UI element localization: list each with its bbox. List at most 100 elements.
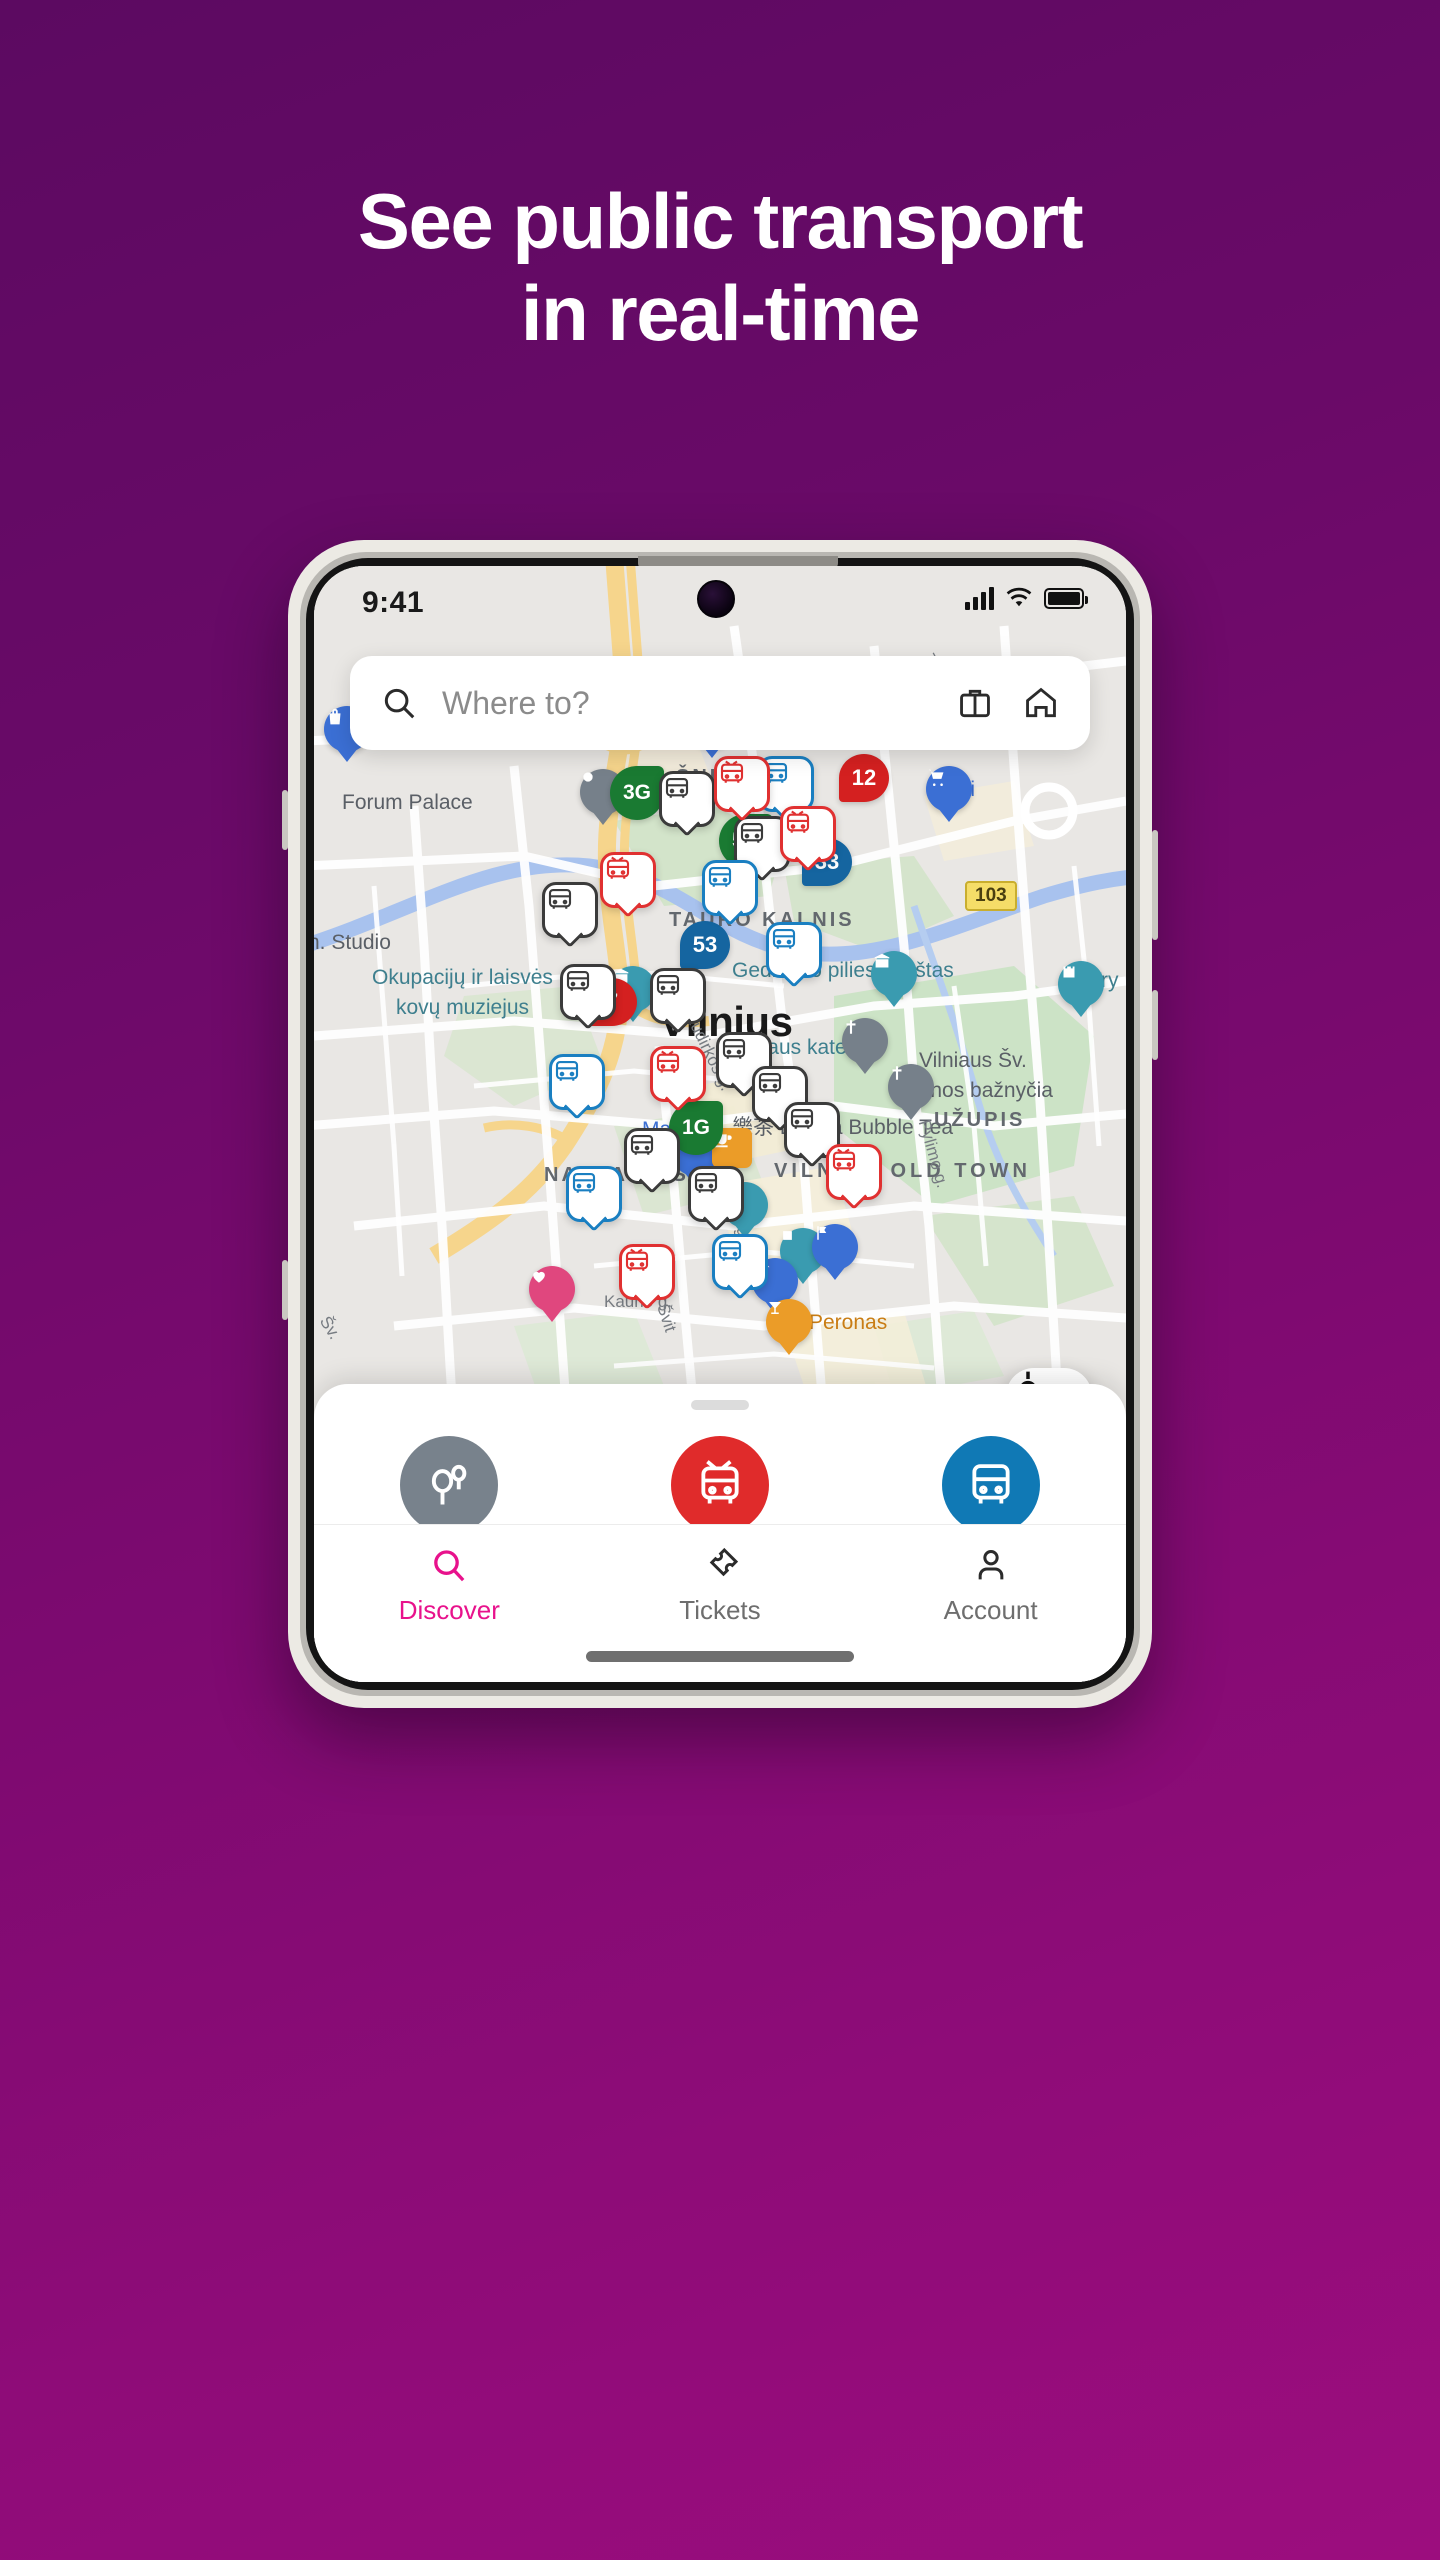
green-badge-label: 3G — [610, 766, 664, 820]
heart-icon — [533, 1271, 545, 1283]
map-badge-3g[interactable]: 3G — [610, 766, 664, 820]
battery-icon — [1044, 587, 1088, 609]
buses-icon-circle — [941, 1436, 1040, 1534]
headline-line-2: in real-time — [520, 269, 921, 358]
person-icon — [978, 1549, 1003, 1580]
route-badge-label: 53 — [680, 921, 730, 969]
map-label-okupaciju-2: kovų muziejus — [396, 996, 530, 1019]
map-marker-trolley-red-5[interactable] — [826, 1144, 882, 1200]
bus-icon — [740, 822, 764, 843]
map-marker-bus-dark-1[interactable] — [659, 771, 715, 827]
bus-icon — [630, 1134, 654, 1155]
map-label-peronas: Peronas — [809, 1311, 888, 1334]
map-marker-bus-blue-6[interactable] — [712, 1234, 768, 1290]
map-badge-route-12[interactable]: 12 — [839, 754, 889, 802]
stops-pin-icon — [432, 1464, 467, 1505]
map-badge-highway-103: 103 — [965, 881, 1017, 911]
bus-icon — [548, 888, 572, 909]
trolleybus-icon — [656, 1050, 680, 1073]
map-marker-bus-dark-3[interactable] — [560, 964, 616, 1020]
shopping-bag-icon — [329, 708, 341, 725]
cellular-signal-icon — [965, 586, 994, 610]
tickets-icon-wrap — [620, 1543, 820, 1589]
museum-icon — [874, 953, 890, 968]
bus-icon — [790, 1108, 814, 1129]
map-label-okupaciju-1: Okupacijų ir laisvės — [372, 966, 553, 989]
castle-icon — [1063, 966, 1075, 978]
home-icon[interactable] — [1022, 684, 1060, 722]
map-marker-trolley-red-4[interactable] — [650, 1046, 706, 1102]
status-time: 9:41 — [362, 586, 425, 619]
map-pin-peronas-bar[interactable] — [766, 1299, 812, 1345]
secondary-side-button[interactable] — [1152, 990, 1158, 1060]
sheet-drag-handle[interactable] — [691, 1400, 749, 1410]
phone-screen: Kalvarijų turgus ŠNIPIŠKĖS Forum Palace … — [314, 566, 1126, 1682]
tab-label: Account — [943, 1595, 1038, 1625]
map-label-sv-onos-2: Onos bažnyčia — [914, 1079, 1053, 1102]
search-icon — [434, 1550, 465, 1582]
briefcase-icon[interactable] — [956, 684, 994, 722]
map-marker-bus-dark-4[interactable] — [650, 968, 706, 1024]
account-icon-wrap — [891, 1543, 1091, 1589]
power-button[interactable] — [1152, 830, 1158, 940]
page-title: See public transport in real-time — [0, 175, 1440, 359]
square-marker-icon — [783, 1231, 792, 1240]
trolleybus-icon — [625, 1248, 649, 1271]
map-marker-bus-dark-10[interactable] — [688, 1166, 744, 1222]
map-marker-bus-dark-5[interactable] — [542, 882, 598, 938]
map-pin-church-2[interactable] — [888, 1064, 934, 1110]
map-pin-flag[interactable] — [812, 1224, 858, 1270]
map-pin-iki-store[interactable] — [926, 766, 972, 812]
trolleybuses-icon-circle — [670, 1436, 769, 1534]
map-marker-trolley-red-3[interactable] — [600, 852, 656, 908]
front-camera-punch-hole — [697, 580, 735, 618]
map-pin-museum-2[interactable] — [871, 951, 917, 997]
map-marker-bus-dark-8[interactable] — [624, 1128, 680, 1184]
status-indicators — [965, 586, 1088, 610]
bus-icon — [572, 1172, 596, 1193]
shopping-cart-icon — [928, 769, 944, 786]
church-cross-icon — [892, 1066, 902, 1080]
tab-label: Discover — [398, 1595, 500, 1625]
map-pin-favorite[interactable] — [529, 1266, 575, 1312]
map-marker-trolley-red-1[interactable] — [714, 756, 770, 812]
trolleybus-icon — [606, 856, 630, 879]
phone-mockup: Kalvarijų turgus ŠNIPIŠKĖS Forum Palace … — [282, 540, 1158, 1708]
bus-icon — [555, 1060, 579, 1081]
trolleybus-icon — [701, 1460, 739, 1504]
wifi-icon — [1006, 587, 1032, 607]
volume-down-button[interactable] — [282, 1260, 288, 1320]
trolleybus-icon — [832, 1148, 856, 1171]
tab-tickets[interactable]: Tickets — [620, 1543, 820, 1626]
map-marker-trolley-red-2[interactable] — [780, 806, 836, 862]
bus-icon — [972, 1464, 1010, 1504]
place-dot-icon — [583, 772, 593, 782]
map-label-uzupis: UŽUPIS — [934, 1109, 1026, 1131]
bottom-tab-bar: Discover Tickets Account — [314, 1524, 1126, 1682]
map-label-studio: n. Studio — [314, 931, 391, 954]
bus-icon — [708, 866, 732, 887]
map-marker-bus-blue-3[interactable] — [766, 922, 822, 978]
tab-discover[interactable]: Discover — [349, 1543, 549, 1626]
map-marker-bus-blue-5[interactable] — [566, 1166, 622, 1222]
map-marker-trolley-red-6[interactable] — [619, 1244, 675, 1300]
church-cross-icon — [846, 1020, 856, 1034]
trolleybus-icon — [720, 760, 744, 783]
map-marker-bus-blue-2[interactable] — [702, 860, 758, 916]
volume-up-button[interactable] — [282, 790, 288, 850]
map-pin-church-1[interactable] — [842, 1018, 888, 1064]
search-input[interactable]: Where to? — [442, 685, 956, 722]
search-bar[interactable]: Where to? — [350, 656, 1090, 750]
map-marker-bus-blue-4[interactable] — [549, 1054, 605, 1110]
headline-line-1: See public transport — [357, 177, 1084, 265]
map-badge-route-53[interactable]: 53 — [680, 921, 730, 969]
tab-account[interactable]: Account — [891, 1543, 1091, 1626]
nearby-stops-icon-circle — [400, 1436, 499, 1534]
home-indicator[interactable] — [586, 1651, 854, 1662]
cocktail-icon — [769, 1302, 781, 1314]
bus-icon — [758, 1072, 782, 1093]
tab-label: Tickets — [679, 1595, 761, 1625]
bus-icon — [718, 1240, 742, 1261]
map-pin-castle-tower[interactable] — [1058, 961, 1104, 1007]
bus-icon — [566, 970, 590, 991]
